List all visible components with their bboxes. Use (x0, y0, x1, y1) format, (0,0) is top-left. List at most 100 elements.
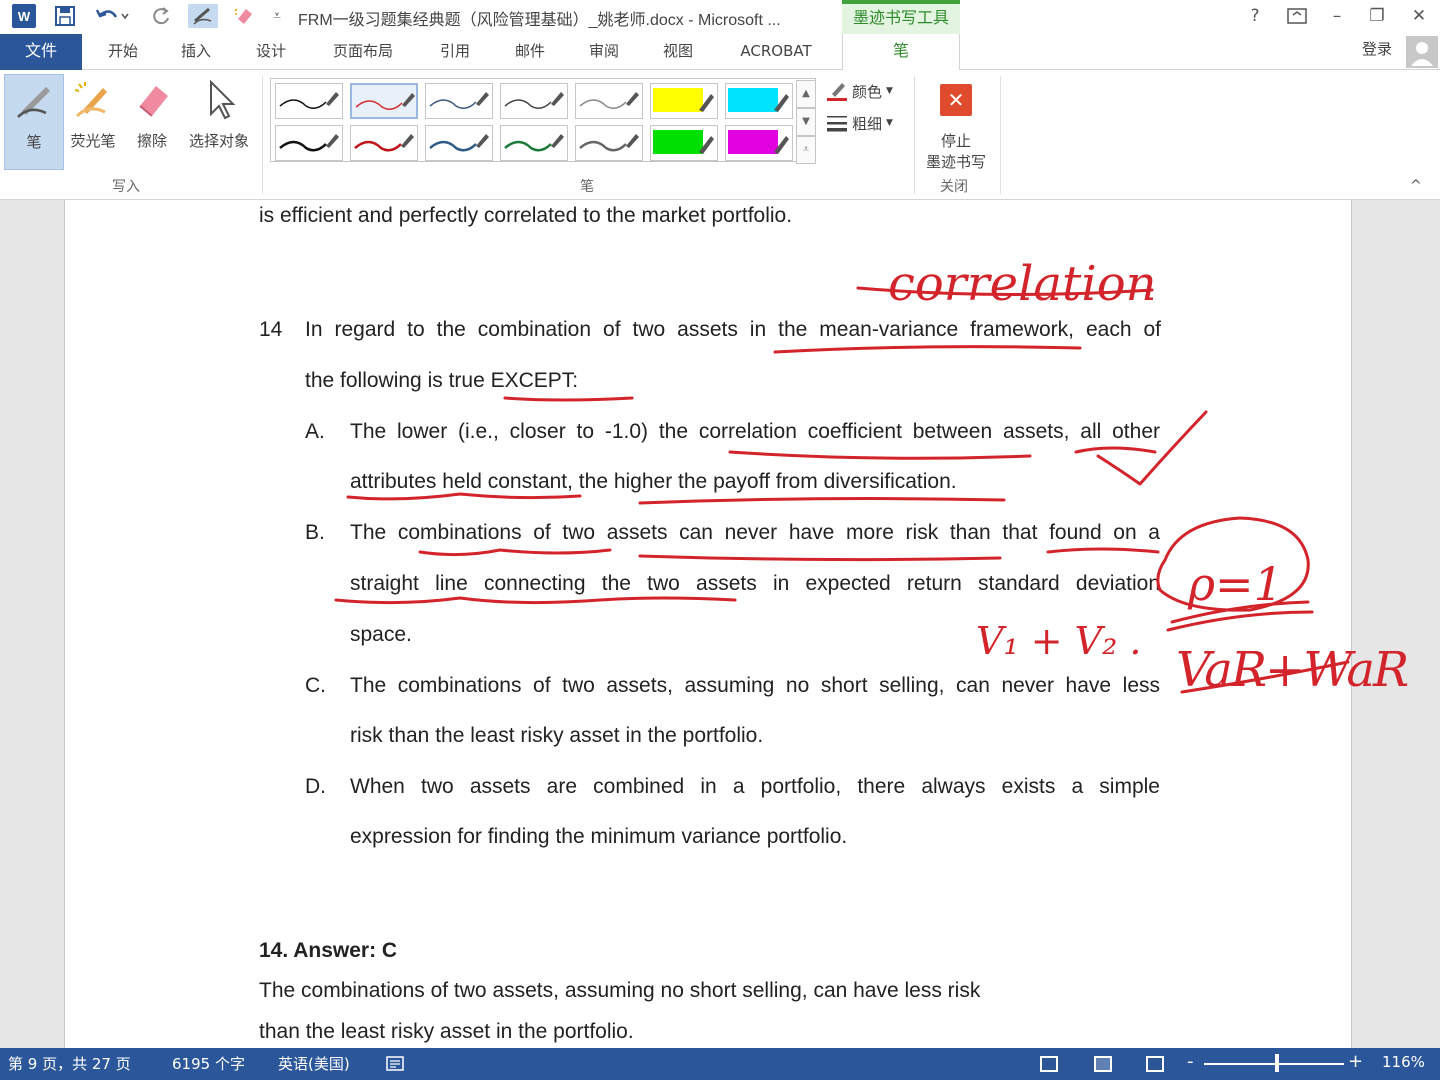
pen-style-pen-green-thick[interactable] (500, 125, 568, 161)
option-d-line2: expression for finding the minimum varia… (350, 825, 848, 848)
tab-design[interactable]: 设计 (244, 34, 298, 70)
web-layout-icon[interactable] (1146, 1056, 1164, 1072)
stop-label-line1: 停止 (940, 132, 971, 150)
gallery-scroll-up[interactable]: ▲ (796, 80, 816, 108)
collapse-ribbon-icon[interactable]: ^ (1410, 178, 1422, 194)
highlighter-tool-button[interactable]: 荧光笔 (66, 74, 120, 170)
select-objects-label: 选择对象 (188, 132, 249, 150)
cursor-arrow-icon (210, 79, 236, 120)
zoom-slider-thumb[interactable] (1274, 1054, 1279, 1072)
pen-style-highlighter-green[interactable] (650, 125, 718, 161)
highlighter-label: 荧光笔 (70, 132, 116, 150)
pen-quick-icon[interactable] (188, 4, 218, 28)
ribbon-pen: 笔 荧光笔 擦除 选择对象 写入 ▲ ▼ ⩡ 颜色 ▼ 粗细 ▼ 笔 ✕ 停止 … (0, 70, 1440, 200)
pen-tool-button[interactable]: 笔 (4, 74, 64, 170)
zoom-in-button[interactable]: + (1348, 1051, 1363, 1072)
select-objects-button[interactable]: 选择对象 (182, 74, 256, 170)
option-letter: C. (305, 674, 326, 697)
question-stem-line1: In regard to the combination of two asse… (305, 318, 1161, 341)
help-button[interactable]: ? (1240, 4, 1270, 28)
pen-style-highlighter-magenta[interactable] (725, 125, 793, 161)
restore-button[interactable]: ❐ (1362, 4, 1392, 28)
pen-style-gallery (270, 78, 816, 162)
group-divider (262, 76, 263, 194)
gallery-more[interactable]: ⩡ (796, 136, 816, 164)
undo-icon[interactable] (92, 4, 132, 28)
tab-review[interactable]: 审阅 (576, 34, 632, 70)
sign-in-link[interactable]: 登录 (1362, 38, 1392, 59)
tab-acrobat[interactable]: ACROBAT (724, 34, 828, 70)
pen-swatch-icon (653, 88, 714, 112)
print-layout-icon[interactable] (1094, 1056, 1112, 1072)
tab-home[interactable]: 开始 (96, 34, 150, 70)
eraser-tool-button[interactable]: 擦除 (124, 74, 180, 170)
pen-style-pen-red[interactable] (350, 83, 418, 119)
pen-style-pen-gray[interactable] (575, 83, 643, 119)
tab-mailings[interactable]: 邮件 (502, 34, 558, 70)
gallery-scroll-down[interactable]: ▼ (796, 108, 816, 136)
pen-style-pen-dark-gray[interactable] (500, 83, 568, 119)
close-button[interactable]: ✕ (1404, 4, 1434, 28)
pen-thickness-button[interactable]: 粗细 ▼ (826, 110, 893, 136)
redo-icon[interactable] (148, 4, 174, 28)
ribbon-display-options-button[interactable] (1282, 4, 1312, 28)
tab-references[interactable]: 引用 (428, 34, 482, 70)
option-b-line2: straight line connecting the two assets … (350, 572, 1160, 595)
tab-file[interactable]: 文件 (0, 34, 82, 70)
dropdown-arrow-icon: ▼ (886, 86, 893, 96)
tab-page-layout[interactable]: 页面布局 (320, 34, 406, 70)
pen-color-label: 颜色 (852, 82, 883, 101)
highlighter-icon (74, 82, 107, 118)
option-letter: B. (305, 521, 325, 544)
page-count[interactable]: 第 9 页，共 27 页 (8, 1053, 131, 1074)
user-avatar[interactable] (1406, 36, 1438, 68)
option-c-line2: risk than the least risky asset in the p… (350, 724, 764, 747)
pen-color-button[interactable]: 颜色 ▼ (826, 78, 893, 104)
pen-style-highlighter-cyan[interactable] (725, 83, 793, 119)
eraser-quick-icon[interactable] (230, 4, 256, 28)
close-group-label: 关闭 (940, 179, 968, 195)
option-letter: A. (305, 420, 325, 443)
pen-style-pen-black-thick[interactable] (275, 125, 343, 161)
document-page[interactable]: is efficient and perfectly correlated to… (64, 200, 1352, 1048)
pen-swatch-icon (354, 134, 414, 152)
minimize-button[interactable]: – (1322, 4, 1352, 28)
pen-style-pen-gray-thick[interactable] (575, 125, 643, 161)
save-icon[interactable] (52, 4, 78, 28)
option-a-line1: The lower (i.e., closer to -1.0) the cor… (350, 420, 1160, 443)
pen-style-pen-red-thick[interactable] (350, 125, 418, 161)
pen-style-highlighter-yellow[interactable] (650, 83, 718, 119)
pen-label: 笔 (26, 133, 42, 151)
stop-close-icon: ✕ (940, 84, 972, 116)
tab-pen[interactable]: 笔 (842, 34, 960, 71)
pen-swatch-icon (429, 92, 489, 109)
zoom-out-button[interactable]: - (1187, 1051, 1194, 1072)
dropdown-arrow-icon: ▼ (886, 118, 893, 128)
group-divider (914, 76, 915, 194)
pen-thickness-icon (827, 116, 847, 132)
pen-style-pen-blue-thick[interactable] (425, 125, 493, 161)
pen-style-pen-navy[interactable] (425, 83, 493, 119)
customize-quick-access-icon[interactable]: ⩡ (268, 4, 286, 28)
ribbon-tab-row: 文件 开始 插入 设计 页面布局 引用 邮件 审阅 视图 ACROBAT 笔 登… (0, 34, 1440, 71)
tab-view[interactable]: 视图 (650, 34, 706, 70)
option-d-line1: When two assets are combined in a portfo… (350, 775, 1160, 798)
pen-color-icon (827, 83, 847, 101)
pen-swatch-icon (504, 92, 564, 109)
tab-insert[interactable]: 插入 (168, 34, 224, 70)
ink-tools-context-title: 墨迹书写工具 (842, 0, 960, 34)
pen-swatch-icon (279, 92, 339, 109)
pen-swatch-icon (279, 134, 339, 152)
pen-swatch-icon (579, 134, 639, 152)
stop-inking-button[interactable]: ✕ 停止 墨迹书写 (920, 74, 992, 174)
pen-style-pen-black[interactable] (275, 83, 343, 119)
word-app-icon[interactable]: W (12, 4, 36, 28)
question-number: 14 (259, 318, 283, 341)
pen-icon (17, 87, 50, 118)
macro-record-icon[interactable] (386, 1054, 404, 1076)
language-indicator[interactable]: 英语(美国) (278, 1053, 350, 1074)
zoom-level[interactable]: 116% (1382, 1053, 1425, 1071)
word-count[interactable]: 6195 个字 (172, 1053, 245, 1074)
read-mode-icon[interactable] (1040, 1056, 1058, 1072)
document-area: is efficient and perfectly correlated to… (0, 200, 1440, 1048)
